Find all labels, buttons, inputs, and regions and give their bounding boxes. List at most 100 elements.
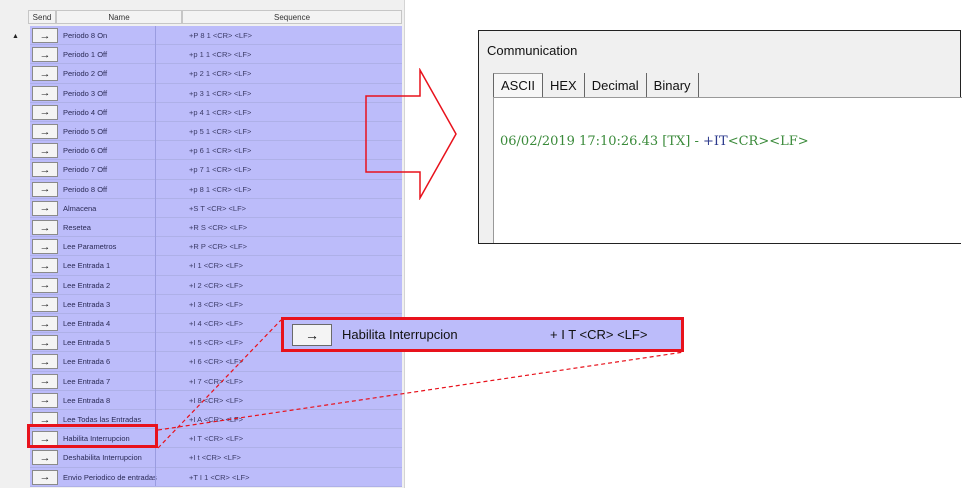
send-button[interactable]: → (32, 277, 58, 293)
macro-sequence: +I 3 <CR> <LF> (189, 299, 243, 309)
header-send[interactable]: Send (28, 10, 56, 24)
highlight-frame (27, 424, 158, 448)
send-button[interactable]: → (32, 316, 58, 331)
tab-hex[interactable]: HEX (542, 73, 585, 97)
macro-table: Send Name Sequence ▲ → Periodo 8 On +P 8 1… (0, 0, 405, 488)
macro-name: Periodo 1 Off (63, 50, 108, 60)
macro-sequence: +P 8 1 <CR> <LF> (189, 31, 253, 40)
macro-name: Deshabilita Interrupcion (63, 453, 142, 463)
send-button[interactable]: → (32, 220, 58, 235)
table-row: → Periodo 1 Off +p 1 1 <CR> <LF> (30, 45, 402, 65)
table-row: → Periodo 3 Off +p 3 1 <CR> <LF> (30, 84, 402, 103)
macro-sequence: +p 8 1 <CR> <LF> (189, 184, 252, 194)
send-button[interactable]: → (32, 296, 58, 312)
table-row: → Lee Entrada 3 +I 3 <CR> <LF> (30, 295, 402, 314)
table-row: → Lee Entrada 6 +I 6 <CR> <LF> (30, 352, 402, 372)
macro-sequence: +p 3 1 <CR> <LF> (189, 88, 252, 98)
macro-sequence: +S T <CR> <LF> (189, 203, 247, 213)
macro-sequence: +I 2 <CR> <LF> (189, 280, 243, 290)
panel-title: Communication (487, 43, 578, 58)
zoom-macro-sequence: + I T <CR> <LF> (550, 327, 648, 342)
macro-name: Lee Entrada 2 (63, 280, 111, 290)
send-button[interactable]: → (32, 373, 58, 389)
macro-name: Periodo 6 Off (63, 146, 108, 156)
tab-ascii[interactable]: ASCII (493, 73, 543, 97)
table-body: → Periodo 8 On +P 8 1 <CR> <LF> → Periodo 1 … (30, 26, 402, 487)
macro-name: Almacena (63, 203, 97, 213)
tab-decimal[interactable]: Decimal (584, 73, 647, 97)
send-button[interactable]: → (32, 469, 58, 485)
macro-sequence: +I 6 <CR> <LF> (189, 357, 243, 367)
table-row: → Lee Entrada 1 +I 1 <CR> <LF> (30, 256, 402, 276)
macro-name: Periodo 3 Off (63, 88, 108, 98)
zoom-send-button[interactable]: → (292, 324, 332, 346)
macro-sequence: +I T <CR> <LF> (189, 434, 244, 444)
row-selector-icon: ▲ (12, 33, 19, 40)
log-area[interactable]: 06/02/2019 17:10:26.43 [TX] - +IT<CR><LF… (493, 97, 962, 243)
send-button[interactable]: → (32, 392, 58, 408)
table-row: → Almacena +S T <CR> <LF> (30, 199, 402, 218)
macro-name: Envio Periodico de entradas (63, 472, 157, 482)
send-button[interactable]: → (32, 239, 58, 255)
macro-name: Periodo 5 Off (63, 127, 108, 136)
macro-name: Lee Parametros (63, 242, 117, 252)
table-header: Send Name Sequence (28, 10, 402, 24)
macro-sequence: +p 6 1 <CR> <LF> (189, 146, 252, 156)
macro-name: Periodo 4 Off (63, 107, 108, 117)
zoomed-macro-row: → Habilita Interrupcion + I T <CR> <LF> (281, 317, 684, 352)
header-name[interactable]: Name (56, 10, 182, 24)
column-separator (155, 26, 156, 486)
log-terminator: <CR><LF> (727, 134, 809, 149)
send-button[interactable]: → (32, 28, 58, 43)
send-button[interactable]: → (32, 85, 58, 101)
macro-sequence: +I 7 <CR> <LF> (189, 376, 243, 386)
macro-name: Lee Entrada 4 (63, 319, 111, 328)
table-row: → Lee Entrada 7 +I 7 <CR> <LF> (30, 372, 402, 391)
table-row: → Periodo 7 Off +p 7 1 <CR> <LF> (30, 160, 402, 180)
macro-name: Lee Entrada 1 (63, 261, 111, 271)
table-row: → Periodo 4 Off +p 4 1 <CR> <LF> (30, 103, 402, 122)
send-button[interactable]: → (32, 104, 58, 120)
macro-name: Periodo 7 Off (63, 165, 108, 175)
macro-name: Lee Entrada 5 (63, 338, 111, 348)
send-button[interactable]: → (32, 450, 58, 466)
header-sequence[interactable]: Sequence (182, 10, 402, 24)
macro-name: Lee Entrada 6 (63, 357, 111, 367)
tab-binary[interactable]: Binary (646, 73, 699, 97)
table-row: → Resetea +R S <CR> <LF> (30, 218, 402, 238)
send-button[interactable]: → (32, 335, 58, 351)
macro-sequence: +R P <CR> <LF> (189, 242, 248, 252)
send-button[interactable]: → (32, 47, 58, 63)
macro-name: Lee Entrada 7 (63, 376, 111, 386)
send-button[interactable]: → (32, 143, 58, 159)
macro-name: Lee Entrada 3 (63, 299, 111, 309)
macro-sequence: +I t <CR> <LF> (189, 453, 241, 463)
macro-sequence: +p 1 1 <CR> <LF> (189, 50, 252, 60)
log-line: 06/02/2019 17:10:26.43 [TX] - +IT<CR><LF… (500, 134, 809, 149)
right-arrow-icon (365, 68, 457, 200)
macro-sequence: +R S <CR> <LF> (189, 223, 248, 232)
send-button[interactable]: → (32, 200, 58, 216)
macro-sequence: +p 5 1 <CR> <LF> (189, 127, 252, 136)
send-button[interactable]: → (32, 124, 58, 139)
table-row: → Periodo 8 Off +p 8 1 <CR> <LF> (30, 180, 402, 199)
macro-name: Lee Entrada 8 (63, 395, 111, 405)
macro-sequence: +p 4 1 <CR> <LF> (189, 107, 252, 117)
table-row: → Periodo 2 Off +p 2 1 <CR> <LF> (30, 64, 402, 84)
tab-bar: ASCII HEX Decimal Binary (493, 73, 699, 97)
send-button[interactable]: → (32, 162, 58, 178)
macro-sequence: +I A <CR> <LF> (189, 415, 243, 424)
macro-sequence: +I 8 <CR> <LF> (189, 395, 243, 405)
table-row: → Lee Parametros +R P <CR> <LF> (30, 237, 402, 257)
macro-sequence: +p 2 1 <CR> <LF> (189, 69, 252, 79)
table-row: → Lee Entrada 2 +I 2 <CR> <LF> (30, 276, 402, 295)
send-button[interactable]: → (32, 354, 58, 370)
send-button[interactable]: → (32, 258, 58, 274)
send-button[interactable]: → (32, 66, 58, 82)
log-timestamp: 06/02/2019 17:10:26.43 [TX] - (500, 134, 703, 149)
macro-name: Lee Todas las Entradas (63, 415, 142, 424)
send-button[interactable]: → (32, 181, 58, 197)
macro-sequence: +I 1 <CR> <LF> (189, 261, 243, 271)
table-row: → Lee Entrada 8 +I 8 <CR> <LF> (30, 391, 402, 410)
log-command: +IT (702, 134, 728, 149)
